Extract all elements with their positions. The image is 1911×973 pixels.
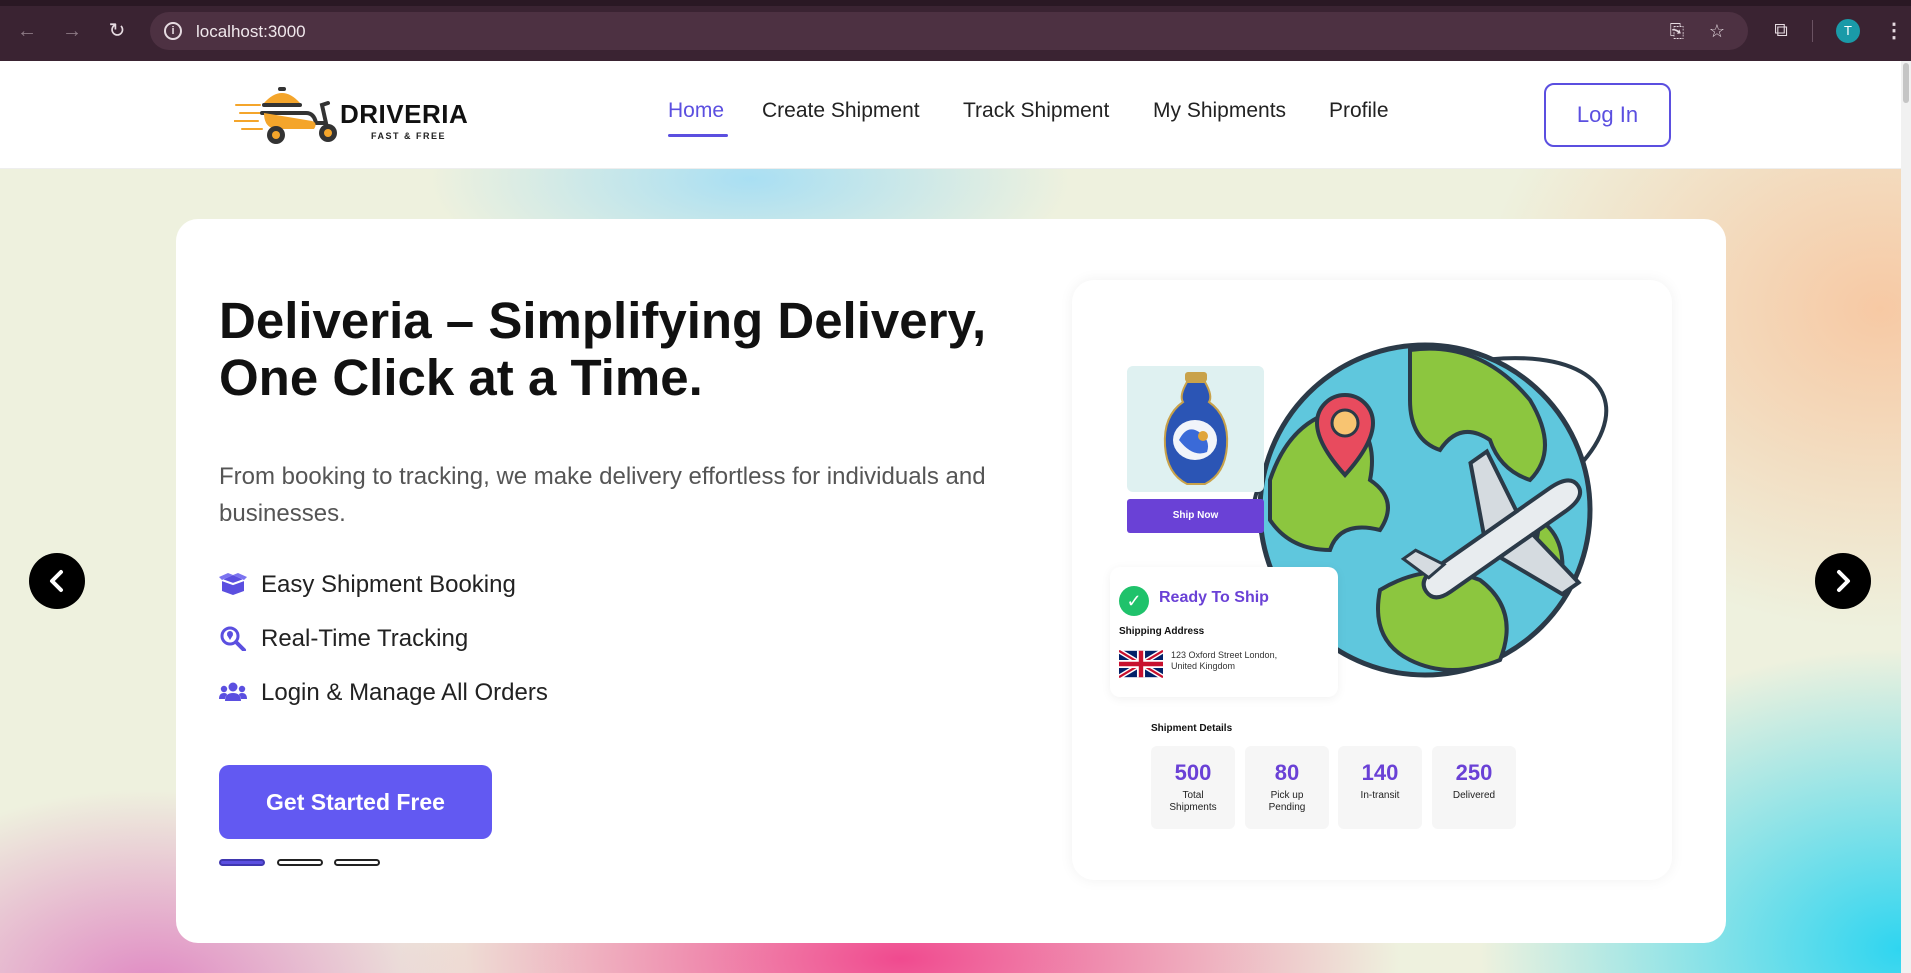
nav-home[interactable]: Home [668,99,724,123]
stat-label: In-transit [1360,790,1400,801]
carousel-dot-3[interactable] [334,859,380,866]
url-text[interactable]: localhost:3000 [196,22,306,42]
carousel-prev-button[interactable] [29,553,85,609]
site-header: DRIVERIA FAST & FREE Home Create Shipmen… [0,61,1901,169]
shipping-address-label: Shipping Address [1119,626,1205,637]
browser-menu-icon[interactable]: ⋮ [1884,19,1904,43]
feature-label: Easy Shipment Booking [261,571,516,598]
nav-create-shipment[interactable]: Create Shipment [762,99,920,123]
uk-flag-icon [1119,650,1163,678]
hero-subtitle: From booking to tracking, we make delive… [219,463,986,527]
logo[interactable]: DRIVERIA FAST & FREE [233,83,474,147]
login-button[interactable]: Log In [1544,83,1671,147]
reload-icon[interactable]: ↻ [103,17,131,45]
nav-my-shipments[interactable]: My Shipments [1153,99,1286,123]
stat-value: 140 [1361,760,1399,785]
stat-value: 500 [1174,760,1212,785]
nav-track-shipment[interactable]: Track Shipment [963,99,1109,123]
scrollbar-thumb[interactable] [1903,63,1909,103]
stat-label: Delivered [1452,790,1496,801]
profile-avatar[interactable]: T [1836,19,1860,43]
users-icon [219,682,247,701]
stat-label: Pick up Pending [1268,790,1306,813]
site-info-icon[interactable]: i [164,22,182,40]
nav-profile[interactable]: Profile [1329,99,1389,123]
back-arrow-icon[interactable]: ← [13,17,41,45]
box-open-icon [219,573,247,595]
browser-toolbar: ← → ↻ i localhost:3000 ⎘ ☆ ⧉ T ⋮ [0,0,1911,61]
shipment-details-title: Shipment Details [1151,723,1233,734]
logo-name: DRIVERIA [340,99,469,129]
feature-label: Login & Manage All Orders [261,679,548,706]
hero-title: Deliveria – Simplifying Delivery, One Cl… [219,292,987,406]
ship-now-button[interactable]: Ship Now [1127,499,1264,533]
stat-total-shipments: 500 Total Shipments [1151,746,1235,829]
get-started-button[interactable]: Get Started Free [219,765,492,839]
address-bar[interactable]: i localhost:3000 ⎘ ☆ [150,12,1748,50]
feature-label: Real-Time Tracking [261,625,469,652]
ready-status: Ready To Ship [1159,589,1269,606]
check-circle-icon: ✓ [1119,586,1149,616]
carousel-dot-2[interactable] [277,859,323,866]
stat-delivered: 250 Delivered [1432,746,1516,829]
product-image [1127,366,1264,492]
vase-icon [1163,372,1229,485]
toolbar-divider [1812,20,1813,42]
bookmark-star-icon[interactable]: ☆ [1706,20,1728,42]
scooter-logo-icon [233,87,337,144]
page-scrollbar[interactable] [1901,61,1911,973]
extensions-icon[interactable]: ⧉ [1769,19,1793,43]
tab-strip [0,0,1911,6]
install-app-icon[interactable]: ⎘ [1666,20,1688,42]
carousel-next-button[interactable] [1815,553,1871,609]
stat-value: 250 [1455,760,1493,785]
chevron-left-icon [50,570,63,592]
stat-in-transit: 140 In-transit [1338,746,1422,829]
stat-pickup-pending: 80 Pick up Pending [1245,746,1329,829]
forward-arrow-icon[interactable]: → [58,17,86,45]
nav-active-indicator [668,134,728,137]
logo-tagline: FAST & FREE [371,131,447,141]
search-location-icon [220,626,246,651]
shipping-address: 123 Oxford Street London, United Kingdom [1171,650,1278,671]
chevron-right-icon [1837,570,1850,592]
stat-value: 80 [1274,760,1300,785]
stat-label: Total Shipments [1169,790,1217,813]
carousel-dot-1[interactable] [219,859,265,866]
